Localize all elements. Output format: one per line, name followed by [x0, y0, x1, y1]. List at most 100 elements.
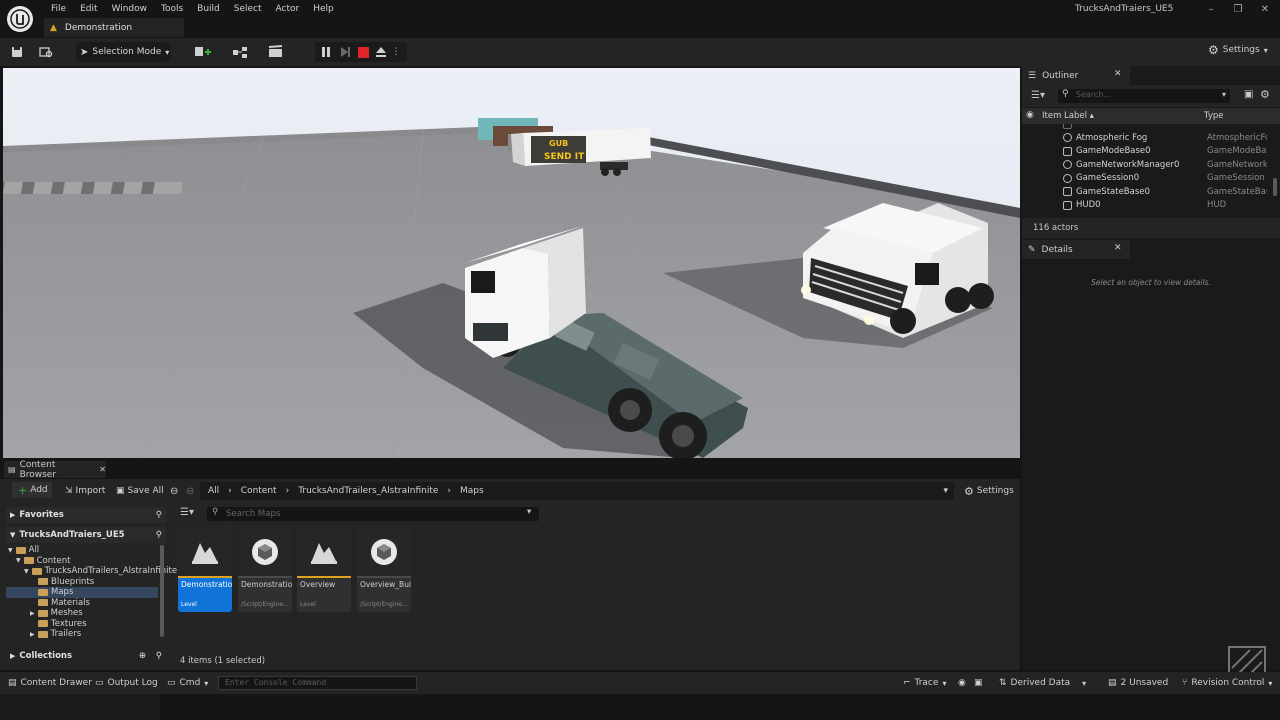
outliner-search-input[interactable]: ⚲ Search... ▾ [1058, 89, 1230, 103]
list-item[interactable]: GameModeBase0GameModeBase [1022, 145, 1280, 158]
record-icon[interactable]: ◉ [958, 676, 966, 690]
list-item[interactable]: GameSession0 GameSession [1022, 172, 1280, 185]
breadcrumb-all[interactable]: All [208, 486, 219, 496]
tree-item-meshes[interactable]: ▶ Meshes [30, 608, 83, 619]
filter-icon[interactable]: ☰▾ [1031, 90, 1045, 101]
outliner-scrollbar[interactable] [1273, 178, 1277, 196]
menu-build[interactable]: Build [190, 2, 227, 16]
unreal-logo-icon[interactable] [7, 6, 33, 32]
title-bar: File Edit Window Tools Build Select Acto… [0, 0, 1280, 38]
list-item[interactable]: GameStateBase0GameStateBase [1022, 185, 1280, 198]
output-log-button[interactable]: ▭ Output Log [95, 676, 158, 690]
forward-icon[interactable]: ⊖ [186, 483, 194, 499]
search-icon[interactable]: ⚲ [156, 530, 162, 540]
close-details-icon[interactable]: ✕ [1114, 243, 1122, 253]
tree-item-blueprints[interactable]: Blueprints [38, 577, 94, 588]
tree-item-trailers[interactable]: ▶ Trailers [30, 629, 81, 640]
chevron-down-icon: ▾ [1263, 45, 1268, 55]
favorites-header[interactable]: ▶ Favorites ⚲ [6, 507, 166, 523]
details-title: Details [1041, 244, 1073, 255]
blueprints-icon[interactable] [230, 44, 254, 60]
filter-icon[interactable]: ☰▾ [180, 507, 194, 518]
gear-icon[interactable]: ⚙ [1260, 88, 1270, 101]
browse-icon[interactable] [38, 44, 54, 60]
outliner-list: Atmospheric FogAtmosphericFog GameModeBa… [1022, 124, 1280, 218]
search-icon[interactable]: ⚲ [156, 510, 162, 520]
search-maps-input[interactable]: ⚲ Search Maps ▾ [207, 507, 539, 521]
list-item[interactable]: HUD0 HUD [1022, 199, 1280, 212]
breadcrumb-content[interactable]: Content [241, 486, 277, 496]
search-icon[interactable]: ⚲ [156, 651, 162, 661]
add-button[interactable]: + Add [12, 482, 52, 498]
close-window-icon[interactable]: ✕ [1258, 2, 1272, 16]
close-content-browser-icon[interactable]: ✕ [99, 465, 106, 474]
back-icon[interactable]: ⊖ [170, 483, 178, 499]
revision-control-dropdown[interactable]: ⑂ Revision Control ▾ [1182, 676, 1272, 690]
content-browser-tab[interactable]: ▤ Content Browser ✕ [4, 460, 106, 480]
trace-icon: ⌐ [903, 678, 911, 688]
built-data-thumbnail-icon [238, 526, 292, 578]
collections-header[interactable]: ▶ Collections ⊕ ⚲ [6, 648, 166, 664]
menu-window[interactable]: Window [105, 2, 155, 16]
content-drawer-icon: ▤ [8, 678, 17, 688]
new-folder-icon[interactable]: ▣ [1244, 89, 1253, 100]
console-command-input[interactable]: Enter Console Command [218, 676, 417, 690]
derived-data-dropdown[interactable]: ⇅ Derived Data ▾ [999, 676, 1086, 690]
screenshot-icon[interactable]: ▣ [974, 676, 983, 690]
add-actor-icon[interactable] [192, 44, 216, 60]
save-all-button[interactable]: ▣ Save All [116, 483, 164, 499]
menu-help[interactable]: Help [306, 2, 341, 16]
tree-item-content[interactable]: ▼ Content [16, 556, 70, 567]
tree-item-project[interactable]: ▼ TrucksAndTrailers_AlstraInfinite [24, 566, 177, 577]
menu-file[interactable]: File [44, 2, 73, 16]
add-collection-icon[interactable]: ⊕ [139, 651, 146, 661]
content-drawer-button[interactable]: ▤ Content Drawer [8, 676, 92, 690]
tree-item-all[interactable]: ▼ All [8, 545, 39, 556]
chevron-down-icon[interactable]: ▾ [943, 486, 948, 496]
settings-button[interactable]: ⚙ Settings ▾ [1208, 43, 1268, 57]
breadcrumb-project[interactable]: TrucksAndTrailers_AlstraInfinite [298, 486, 438, 496]
tree-item-textures[interactable]: Textures [38, 619, 87, 630]
level-viewport[interactable]: GUB SEND IT [3, 68, 1020, 458]
output-log-label: Output Log [107, 678, 158, 688]
cb-settings-button[interactable]: ⚙ Settings [964, 483, 1014, 499]
stop-icon[interactable] [355, 44, 371, 60]
list-item[interactable]: Atmospheric FogAtmosphericFog [1022, 131, 1280, 144]
level-tab[interactable]: ▲ Demonstration [44, 18, 184, 37]
col-type[interactable]: Type [1204, 111, 1224, 121]
tree-scrollbar[interactable] [160, 545, 164, 637]
visibility-eye-icon[interactable]: ◉ [1026, 110, 1034, 120]
import-button[interactable]: ⇲ Import [65, 483, 105, 499]
list-item[interactable]: GameNetworkManager0GameNetworkM [1022, 158, 1280, 171]
pause-icon[interactable] [318, 44, 334, 60]
step-icon[interactable] [337, 44, 353, 60]
cmd-dropdown[interactable]: ▭ Cmd ▾ [167, 676, 208, 690]
close-outliner-icon[interactable]: ✕ [1114, 69, 1122, 79]
unsaved-label: 2 Unsaved [1120, 678, 1169, 688]
menu-select[interactable]: Select [227, 2, 269, 16]
chevron-down-icon: ▾ [165, 47, 170, 57]
menu-actor[interactable]: Actor [269, 2, 307, 16]
trailer-logo-text: GUB [549, 139, 568, 148]
tree-item-maps[interactable]: Maps [6, 587, 158, 598]
unsaved-button[interactable]: ▤ 2 Unsaved [1108, 676, 1168, 690]
menu-tools[interactable]: Tools [154, 2, 190, 16]
eject-icon[interactable] [373, 44, 389, 60]
minimize-icon[interactable]: – [1204, 2, 1218, 16]
breadcrumb-maps[interactable]: Maps [460, 486, 484, 496]
cinematics-icon[interactable] [266, 44, 290, 60]
list-item[interactable] [1022, 124, 1280, 131]
menu-edit[interactable]: Edit [73, 2, 104, 16]
project-header[interactable]: ▼ TrucksAndTraiers_UE5 ⚲ [6, 527, 166, 543]
asset-tile[interactable]: Demonstration_BuiltData /Script/Engine..… [238, 526, 292, 612]
asset-tile[interactable]: Overview Level [297, 526, 351, 612]
col-item-label[interactable]: Item Label ▴ [1042, 111, 1094, 121]
selection-mode-dropdown[interactable]: ➤ Selection Mode ▾ [76, 42, 170, 62]
asset-tile[interactable]: Demonstration Level [178, 526, 232, 612]
save-icon[interactable] [9, 44, 25, 60]
asset-tile[interactable]: Overview_BuiltData /Script/Engine... [357, 526, 411, 612]
trace-dropdown[interactable]: ⌐ Trace ▾ [903, 676, 946, 690]
tree-item-materials[interactable]: Materials [38, 598, 90, 609]
more-options-icon[interactable]: ⋮ [391, 44, 401, 60]
maximize-icon[interactable]: ❐ [1231, 2, 1245, 16]
